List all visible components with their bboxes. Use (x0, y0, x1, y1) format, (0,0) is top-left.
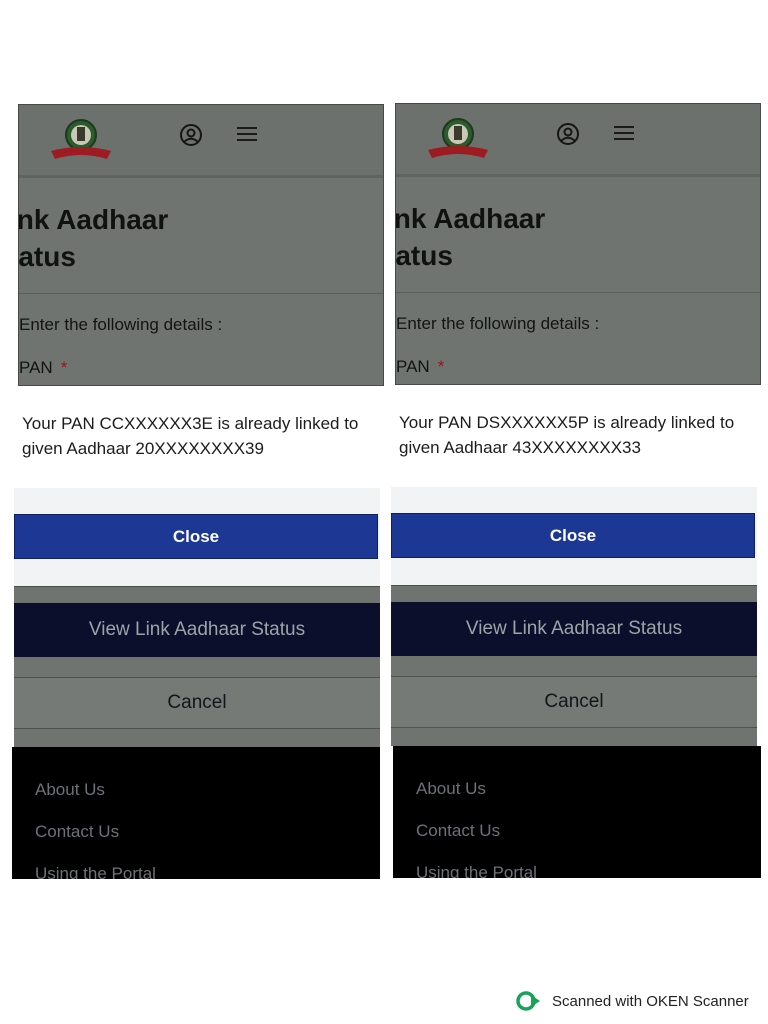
income-tax-emblem-icon[interactable] (49, 115, 113, 163)
required-mark: * (437, 357, 445, 376)
income-tax-emblem-icon[interactable] (426, 114, 490, 162)
left-screenshot-panel: ink Aadhaar tatus Enter the following de… (12, 104, 384, 884)
form-instruction: Enter the following details : (19, 315, 223, 334)
footer-link-using-the-portal[interactable]: Using the Portal (416, 863, 537, 878)
scanner-text: Scanned with OKEN Scanner (552, 992, 749, 1010)
close-button[interactable]: Close (14, 514, 378, 559)
form-actions: View Link Aadhaar Status Cancel (391, 585, 757, 746)
account-circle-icon[interactable] (556, 122, 580, 146)
hamburger-menu-icon[interactable] (237, 127, 257, 143)
page-header-card: ink Aadhaar tatus Enter the following de… (395, 103, 761, 385)
account-circle-icon[interactable] (179, 123, 203, 147)
view-link-aadhaar-status-button[interactable]: View Link Aadhaar Status (14, 603, 380, 657)
site-footer: About Us Contact Us Using the Portal (12, 747, 380, 879)
modal-footer: Close (14, 488, 380, 588)
pan-field-label: PAN * (396, 357, 445, 376)
page-title: ink Aadhaar tatus (18, 204, 169, 272)
required-mark: * (60, 358, 68, 377)
view-link-aadhaar-status-button[interactable]: View Link Aadhaar Status (391, 602, 757, 656)
footer-link-about-us[interactable]: About Us (35, 780, 105, 800)
site-header (396, 104, 760, 177)
cancel-button[interactable]: Cancel (391, 676, 757, 728)
site-footer: About Us Contact Us Using the Portal (393, 746, 761, 878)
link-status-message: Your PAN CCXXXXXX3E is already linked to… (22, 414, 359, 458)
footer-link-contact-us[interactable]: Contact Us (35, 822, 119, 842)
page-header-card: ink Aadhaar tatus Enter the following de… (18, 104, 384, 386)
link-status-message: Your PAN DSXXXXXX5P is already linked to… (399, 413, 735, 457)
footer-link-contact-us[interactable]: Contact Us (416, 821, 500, 841)
divider (396, 292, 760, 293)
form-actions: View Link Aadhaar Status Cancel (14, 586, 380, 747)
hamburger-menu-icon[interactable] (614, 126, 634, 142)
oken-scanner-logo-icon (516, 991, 540, 1011)
right-screenshot-panel: ink Aadhaar tatus Enter the following de… (391, 103, 761, 883)
divider (19, 293, 383, 294)
footer-link-using-the-portal[interactable]: Using the Portal (35, 864, 156, 879)
cancel-button[interactable]: Cancel (14, 677, 380, 729)
site-header (19, 105, 383, 178)
footer-link-about-us[interactable]: About Us (416, 779, 486, 799)
pan-field-label: PAN * (19, 358, 68, 377)
modal-footer: Close (391, 487, 757, 587)
page-title: ink Aadhaar tatus (395, 203, 546, 271)
close-button[interactable]: Close (391, 513, 755, 558)
scanner-watermark: Scanned with OKEN Scanner (516, 990, 749, 1012)
form-instruction: Enter the following details : (396, 314, 600, 333)
